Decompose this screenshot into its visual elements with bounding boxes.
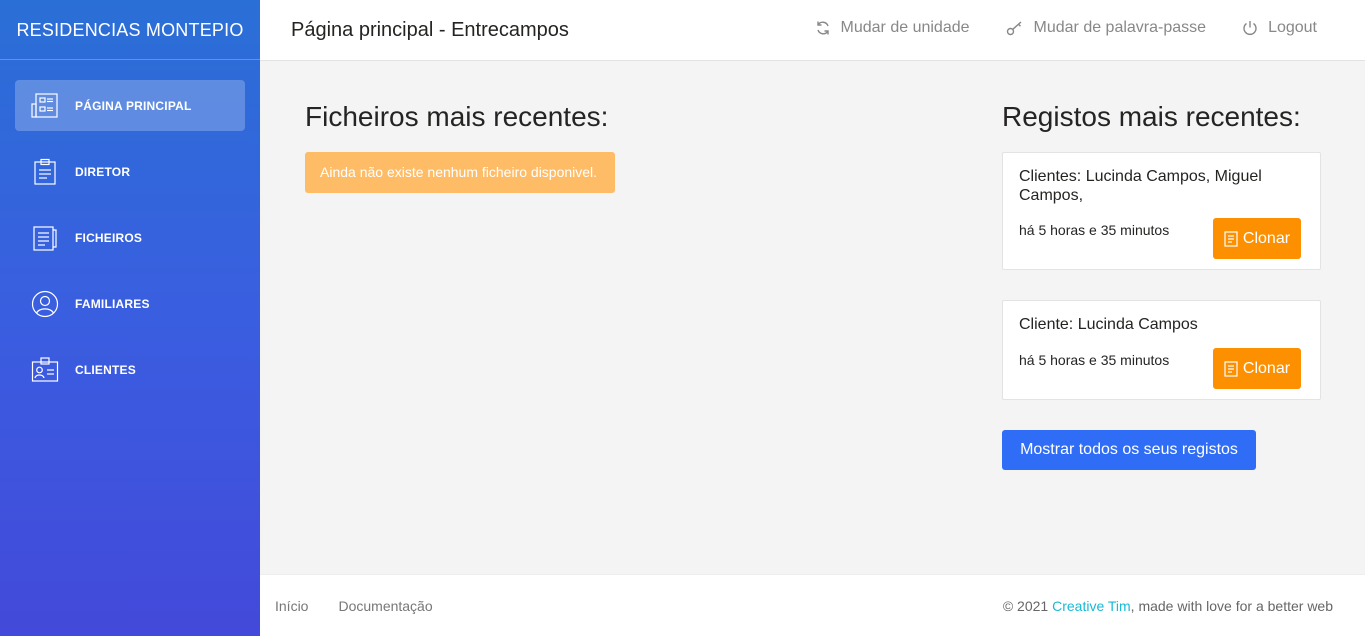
sidebar-item-label: FICHEIROS	[75, 230, 143, 245]
sidebar-item-ficheiros[interactable]: FICHEIROS	[15, 212, 245, 263]
key-icon	[1006, 21, 1021, 36]
change-password-label: Mudar de palavra-passe	[1033, 19, 1207, 36]
dashboard-icon	[30, 91, 60, 121]
copy-icon	[1224, 230, 1238, 247]
clone-button-label: Clonar	[1242, 229, 1291, 247]
brand-logo[interactable]: RESIDENCIAS MONTEPIO	[0, 0, 260, 60]
record-time: há 5 horas e 35 minutos	[1019, 222, 1170, 238]
clipboard-icon	[30, 157, 60, 187]
copy-icon	[1224, 360, 1238, 377]
sidebar-item-familiares[interactable]: FAMILIARES	[15, 278, 245, 329]
footer-links: Início Documentação	[275, 598, 433, 614]
sidebar-item-label: PÁGINA PRINCIPAL	[75, 98, 192, 113]
copyright-prefix: © 2021	[1002, 598, 1053, 614]
clone-button-label: Clonar	[1242, 359, 1291, 377]
record-title: Cliente: Lucinda Campos	[1019, 316, 1198, 333]
show-all-records-button[interactable]: Mostrar todos os seus registos	[1002, 430, 1256, 470]
power-icon	[1243, 21, 1257, 35]
records-section-title: Registos mais recentes:	[1002, 101, 1301, 132]
sidebar-item-label: FAMILIARES	[75, 296, 150, 311]
change-password-link[interactable]: Mudar de palavra-passe	[1006, 19, 1207, 37]
page-title: Página principal - Entrecampos	[291, 19, 569, 41]
sidebar-item-pagina-principal[interactable]: PÁGINA PRINCIPAL	[15, 80, 245, 131]
sidebar-item-diretor[interactable]: DIRETOR	[15, 146, 245, 197]
record-title: Clientes: Lucinda Campos, Miguel Campos,	[1019, 168, 1262, 204]
logout-label: Logout	[1268, 19, 1317, 36]
copyright-suffix: , made with love for a better web	[1130, 598, 1333, 614]
change-unit-link[interactable]: Mudar de unidade	[815, 19, 970, 37]
refresh-icon	[816, 21, 829, 35]
sidebar: RESIDENCIAS MONTEPIO PÁGINA PRINCIPAL DI…	[0, 0, 260, 636]
documents-icon	[30, 223, 60, 253]
footer-link-documentacao[interactable]: Documentação	[338, 598, 432, 614]
sidebar-nav: PÁGINA PRINCIPAL DIRETOR FICHEIROS FAMIL…	[0, 60, 260, 395]
top-links: Mudar de unidade Mudar de palavra-passe …	[815, 19, 1317, 37]
user-circle-icon	[30, 289, 60, 319]
footer-link-inicio[interactable]: Início	[275, 598, 308, 614]
sidebar-item-clientes[interactable]: CLIENTES	[15, 344, 245, 395]
clone-button[interactable]: Clonar	[1213, 218, 1301, 259]
top-navbar: Página principal - Entrecampos Mudar de …	[260, 0, 1365, 61]
id-badge-icon	[30, 355, 60, 385]
record-time: há 5 horas e 35 minutos	[1019, 352, 1170, 368]
change-unit-label: Mudar de unidade	[840, 19, 970, 36]
files-section-title: Ficheiros mais recentes:	[305, 101, 609, 132]
clone-button[interactable]: Clonar	[1213, 348, 1301, 389]
sidebar-item-label: CLIENTES	[75, 362, 136, 377]
footer: Início Documentação © 2021 Creative Tim,…	[260, 574, 1365, 636]
creative-tim-link[interactable]: Creative Tim	[1052, 598, 1131, 614]
main-content: Ficheiros mais recentes: Ainda não exist…	[260, 61, 1365, 574]
no-files-alert: Ainda não existe nenhum ficheiro disponi…	[305, 152, 615, 193]
record-card: Cliente: Lucinda Campos há 5 horas e 35 …	[1002, 300, 1321, 400]
logout-link[interactable]: Logout	[1242, 19, 1317, 37]
record-card: Clientes: Lucinda Campos, Miguel Campos,…	[1002, 152, 1321, 270]
sidebar-item-label: DIRETOR	[75, 164, 131, 179]
footer-copyright: © 2021 Creative Tim, made with love for …	[1003, 598, 1333, 614]
